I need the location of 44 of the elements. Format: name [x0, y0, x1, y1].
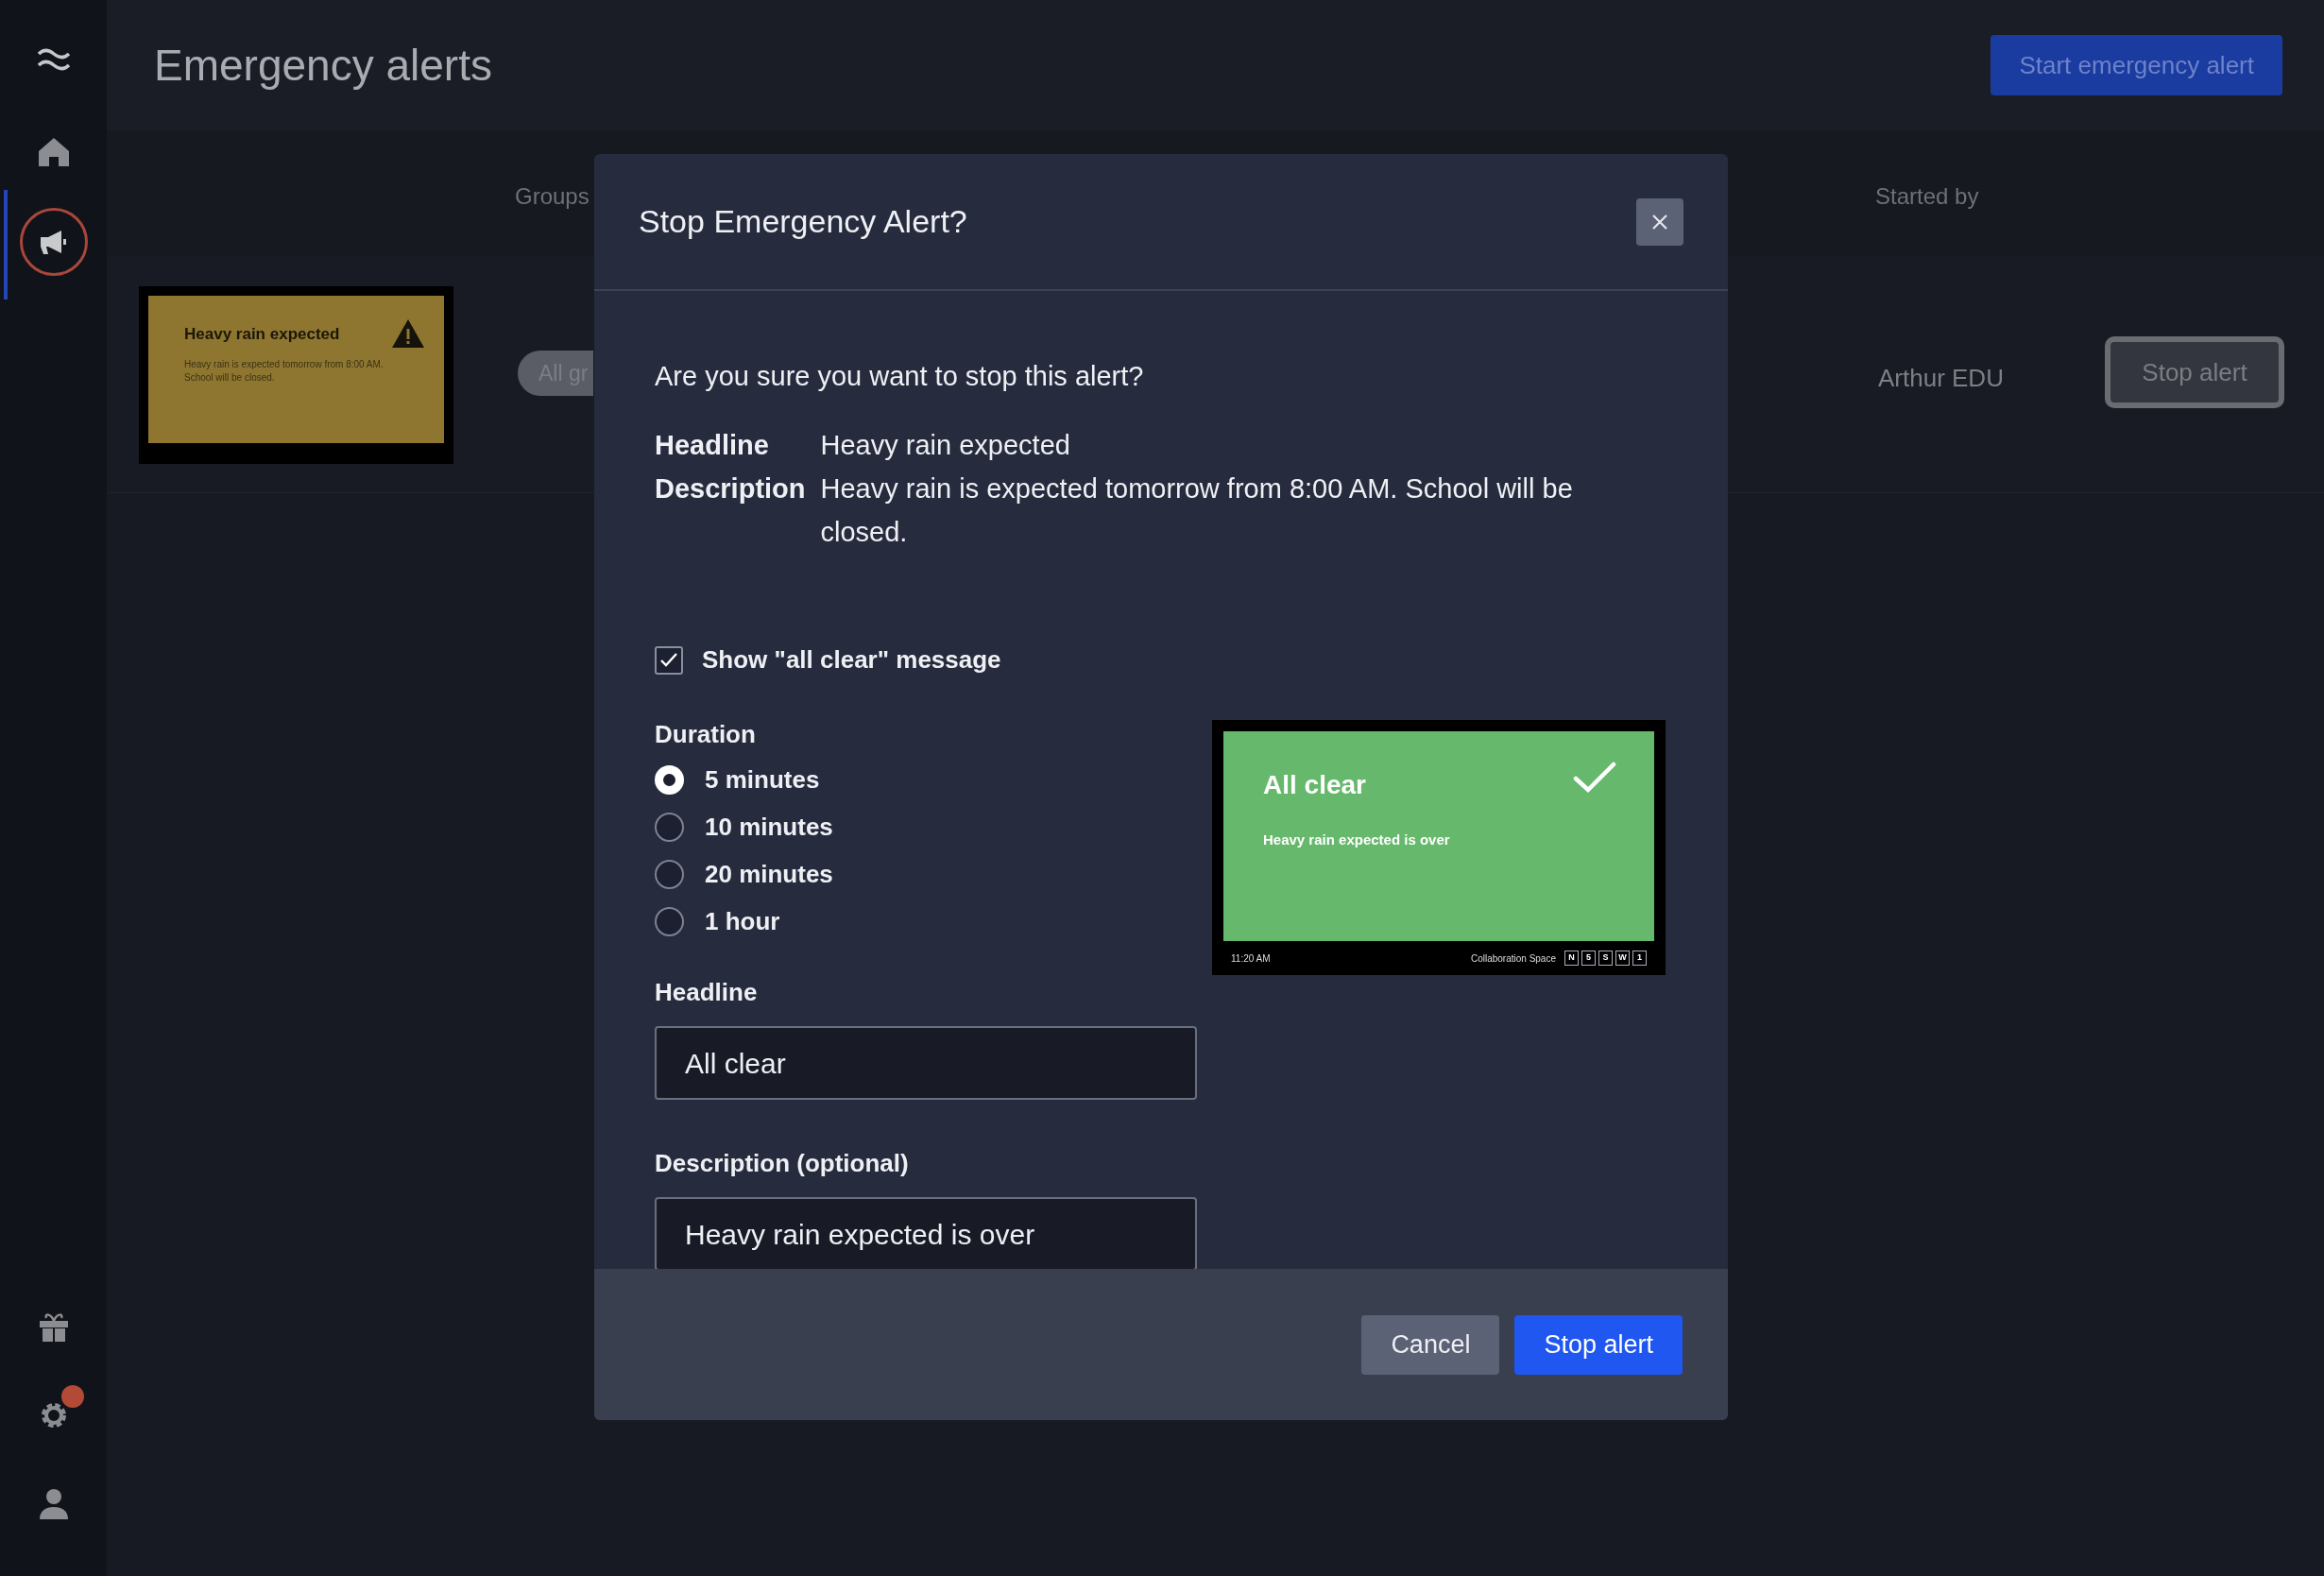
key-badge: 5 [1581, 951, 1596, 966]
key-badge: W [1615, 951, 1630, 966]
preview-time: 11:20 AM [1231, 951, 1271, 966]
key-badge: N [1564, 951, 1579, 966]
preview-location: Collaboration Space [1470, 951, 1556, 966]
checkbox-label: Show "all clear" message [702, 644, 1001, 676]
duration-label: Duration [655, 719, 757, 750]
cancel-button[interactable]: Cancel [1361, 1314, 1500, 1375]
preview-description: Heavy rain expected is over [1263, 831, 1451, 849]
page-title: Emergency alerts [154, 39, 492, 92]
thumbnail-headline: Heavy rain expected [184, 324, 341, 345]
radio-button[interactable] [655, 906, 684, 936]
question-text: Are you sure you want to stop this alert? [655, 360, 1145, 393]
field-label: Description (optional) [655, 1148, 910, 1179]
stop-alert-button[interactable]: Stop alert [2105, 336, 2284, 408]
detail-value: Heavy rain is expected tomorrow from 8:00 AM. School will be closed. [820, 472, 1574, 549]
close-icon [1651, 213, 1668, 231]
radio-button[interactable] [655, 812, 684, 842]
key-badge: 1 [1632, 951, 1647, 966]
detail-label: Headline [655, 429, 770, 462]
detail-label: Description [655, 472, 806, 505]
key-badge: S [1598, 951, 1613, 966]
radio-button[interactable] [655, 859, 684, 889]
table-cell-text: Arthur EDU [1878, 363, 2004, 394]
check-icon [1573, 762, 1616, 794]
close-button[interactable] [1636, 197, 1683, 246]
column-header: Groups [515, 182, 590, 211]
stop-alert-button[interactable]: Stop alert [1514, 1314, 1683, 1375]
preview-headline: All clear [1263, 769, 1366, 801]
headline-field[interactable]: All clear [655, 1026, 1197, 1100]
thumbnail-description: Heavy rain is expected tomorrow from 8:00 AM. School will be closed. [184, 357, 384, 385]
detail-value: Heavy rain expected [820, 429, 1071, 462]
column-header: Started by [1875, 182, 1979, 211]
warning-icon [391, 318, 425, 349]
description-field[interactable]: Heavy rain expected is over [655, 1197, 1197, 1269]
field-label: Headline [655, 977, 759, 1008]
logo-icon [36, 47, 71, 72]
radio-label: 1 hour [705, 905, 780, 937]
radio-button[interactable] [655, 764, 684, 795]
dialog-title: Stop Emergency Alert? [639, 202, 967, 241]
checkbox[interactable] [655, 645, 683, 675]
radio-label: 10 minutes [705, 811, 833, 843]
radio-label: 5 minutes [705, 763, 820, 796]
radio-label: 20 minutes [705, 858, 833, 890]
